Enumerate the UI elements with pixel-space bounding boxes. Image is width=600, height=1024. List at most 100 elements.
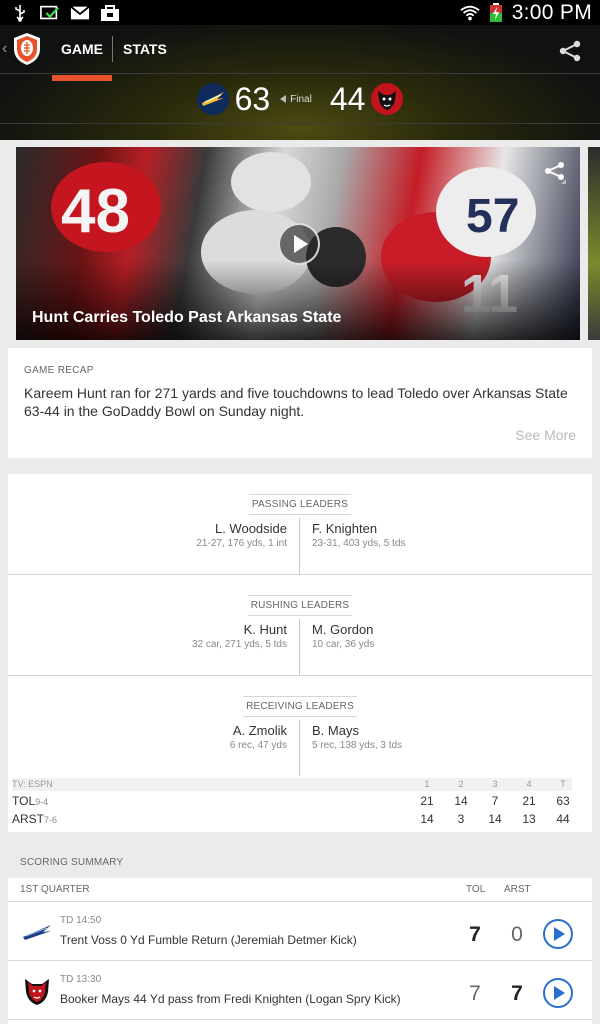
toledo-logo-icon: [22, 917, 52, 947]
tab-stats[interactable]: STATS: [113, 25, 177, 73]
app-logo-icon[interactable]: [12, 32, 42, 66]
leaders-divider: [299, 619, 300, 675]
player-name: L. Woodside: [214, 521, 287, 536]
scoring-play-row[interactable]: TD 14:50 Trent Voss 0 Yd Fumble Return (…: [8, 903, 592, 961]
player-name: F. Knighten: [312, 521, 378, 536]
scoring-summary-header: 1ST QUARTER TOL ARST: [8, 878, 592, 902]
video-share-icon[interactable]: [542, 159, 568, 190]
player-name: A. Zmolik: [232, 723, 287, 738]
leader-left[interactable]: A. Zmolik 6 rec, 47 yds: [230, 723, 287, 751]
scoring-play-row[interactable]: TD 13:30 Booker Mays 44 Yd pass from Fre…: [8, 962, 592, 1020]
leaders-category: PASSING LEADERS: [8, 494, 592, 515]
shopping-bag-icon: [100, 4, 120, 22]
play-highlight-icon[interactable]: [543, 978, 573, 1008]
header-divider: [0, 73, 600, 74]
leaders-category: RECEIVING LEADERS: [8, 696, 592, 717]
player-name: B. Mays: [312, 723, 359, 738]
tab-game-label: GAME: [61, 41, 103, 57]
box-score-row: ARST7-6 14 3 14 13 44: [12, 809, 572, 827]
tol-score: 7: [469, 923, 481, 946]
player-name: K. Hunt: [243, 622, 287, 637]
leaders-category: RUSHING LEADERS: [8, 595, 592, 616]
gmail-icon: [70, 4, 90, 22]
tv-network: TV: ESPN: [12, 779, 53, 789]
rushing-leaders-heading: RUSHING LEADERS: [247, 595, 353, 616]
tab-stats-label: STATS: [123, 41, 167, 57]
player-stat: 10 car, 36 yds: [312, 639, 375, 650]
play-description: Trent Voss 0 Yd Fumble Return (Jeremiah …: [60, 933, 357, 947]
wifi-icon: [460, 4, 480, 22]
play-video-icon[interactable]: [278, 223, 320, 265]
passing-leaders: PASSING LEADERS L. Woodside 21-27, 176 y…: [8, 474, 592, 574]
total-score: 63: [556, 794, 570, 808]
receiving-leaders-heading: RECEIVING LEADERS: [243, 696, 357, 717]
score-divider: [0, 123, 600, 124]
game-header: ‹ GAME STATS 63 Final 44: [0, 25, 600, 140]
box-score-header: TV: ESPN 1 2 3 4 T: [12, 778, 572, 791]
leader-right[interactable]: B. Mays 5 rec, 138 yds, 3 tds: [312, 723, 402, 751]
leader-right[interactable]: F. Knighten 23-31, 403 yds, 5 tds: [312, 521, 405, 549]
battery-icon: [486, 2, 506, 22]
rushing-leaders: RUSHING LEADERS K. Hunt 32 car, 271 yds,…: [8, 575, 592, 675]
next-video-card[interactable]: [588, 147, 600, 340]
svg-text:48: 48: [61, 177, 130, 246]
team-column-tol: TOL: [466, 884, 486, 895]
see-more-link[interactable]: See More: [515, 427, 576, 443]
player-name: M. Gordon: [312, 622, 374, 637]
top-bar: ‹ GAME STATS: [0, 25, 600, 81]
leader-right[interactable]: M. Gordon 10 car, 36 yds: [312, 622, 374, 650]
team-abbr: ARST: [12, 812, 45, 826]
task-check-icon: [40, 4, 60, 22]
passing-leaders-heading: PASSING LEADERS: [248, 494, 352, 515]
column-header: 1: [424, 779, 430, 789]
quarter-score: 14: [454, 794, 468, 808]
recap-label: GAME RECAP: [24, 365, 94, 376]
status-time: 3:00 PM: [511, 0, 592, 24]
leaders-divider: [299, 518, 300, 574]
leader-left[interactable]: L. Woodside 21-27, 176 yds, 1 int: [196, 521, 287, 549]
leader-left[interactable]: K. Hunt 32 car, 271 yds, 5 tds: [192, 622, 287, 650]
total-score: 44: [556, 812, 570, 826]
quarter-score: 14: [420, 812, 434, 826]
video-card[interactable]: 48 57 11 Hunt Carries Toledo Past Arkans…: [16, 147, 580, 340]
player-stat: 5 rec, 138 yds, 3 tds: [312, 740, 403, 751]
play-description: Booker Mays 44 Yd pass from Fredi Knight…: [60, 992, 401, 1006]
player-stat: 32 car, 271 yds, 5 tds: [191, 639, 287, 650]
arst-score: 7: [511, 982, 523, 1005]
play-highlight-icon[interactable]: [543, 919, 573, 949]
share-icon[interactable]: [558, 39, 582, 68]
team-cell: TOL9-4: [12, 794, 48, 808]
game-recap-card[interactable]: GAME RECAP Kareem Hunt ran for 271 yards…: [8, 348, 592, 458]
team-abbr: TOL: [12, 794, 36, 808]
svg-text:57: 57: [466, 190, 519, 243]
team-record: 9-4: [35, 797, 49, 807]
scoring-summary-card: 1ST QUARTER TOL ARST TD 14:50 Trent Voss…: [8, 878, 592, 1024]
receiving-leaders: RECEIVING LEADERS A. Zmolik 6 rec, 47 yd…: [8, 676, 592, 776]
box-score[interactable]: TV: ESPN 1 2 3 4 T TOL9-4 21 14 7 21 63 …: [12, 778, 572, 827]
tab-game[interactable]: GAME: [52, 25, 112, 81]
quarter-score: 13: [522, 812, 536, 826]
team-column-arst: ARST: [504, 884, 531, 895]
player-stat: 6 rec, 47 yds: [229, 740, 287, 751]
quarter-score: 7: [491, 794, 499, 808]
home-score: 63: [234, 80, 271, 117]
team-cell: ARST7-6: [12, 812, 57, 826]
column-header: 4: [526, 779, 532, 789]
game-status: Final: [280, 94, 312, 105]
quarter-score: 3: [457, 812, 465, 826]
quarter-score: 21: [522, 794, 536, 808]
column-header: 2: [458, 779, 464, 789]
red-wolf-logo-icon: [22, 976, 52, 1006]
quarter-label: 1ST QUARTER: [20, 884, 90, 895]
team-record: 7-6: [44, 815, 58, 825]
scoring-summary-title: SCORING SUMMARY: [20, 857, 124, 868]
leaders-divider: [299, 720, 300, 776]
player-stat: 23-31, 403 yds, 5 tds: [312, 538, 406, 549]
quarter-score: 14: [488, 812, 502, 826]
score-line[interactable]: 63 Final 44: [0, 77, 600, 121]
play-time: TD 14:50: [60, 915, 102, 926]
video-title: Hunt Carries Toledo Past Arkansas State: [32, 309, 342, 326]
column-header: 3: [492, 779, 498, 789]
back-chevron-icon[interactable]: ‹: [2, 40, 12, 58]
quarter-score: 21: [420, 794, 434, 808]
